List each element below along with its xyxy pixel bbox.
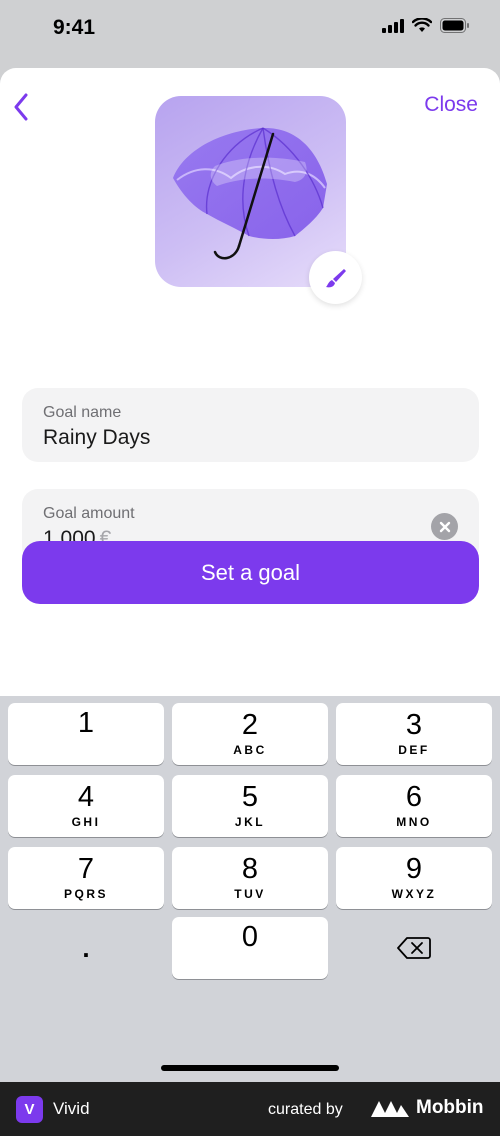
key-digit: 8	[241, 853, 259, 885]
delete-key[interactable]	[336, 917, 492, 979]
key-decimal[interactable]: .	[8, 917, 164, 979]
key-0[interactable]: 0	[172, 917, 328, 979]
close-button[interactable]: Close	[424, 93, 478, 117]
key-letters: TUV	[234, 887, 266, 901]
clear-amount-button[interactable]	[431, 513, 458, 540]
home-indicator	[161, 1065, 339, 1071]
mobbin-logo-icon	[371, 1101, 409, 1117]
key-letters: WXYZ	[391, 887, 437, 901]
curated-by-label: curated by	[268, 1101, 343, 1118]
chevron-left-icon	[14, 93, 28, 121]
backspace-icon	[397, 937, 431, 959]
key-5[interactable]: 5 JKL	[172, 775, 328, 837]
key-digit: 7	[77, 853, 95, 885]
key-letters: PQRS	[63, 887, 108, 901]
mobbin-label: Mobbin	[416, 1097, 484, 1118]
mobbin-brand: Mobbin	[370, 1097, 484, 1119]
key-letters: MNO	[396, 815, 432, 829]
key-letters: GHI	[71, 815, 101, 829]
key-letters: DEF	[398, 743, 430, 757]
decimal-symbol: .	[82, 932, 90, 963]
battery-icon	[440, 18, 469, 33]
edit-image-button[interactable]	[309, 251, 362, 304]
clear-circle-icon	[439, 521, 450, 532]
key-digit: 2	[241, 709, 259, 741]
status-icons	[382, 18, 470, 33]
key-1[interactable]: 1	[8, 703, 164, 765]
key-letters: JKL	[234, 815, 266, 829]
status-time: 9:41	[53, 16, 96, 39]
key-8[interactable]: 8 TUV	[172, 847, 328, 909]
key-2[interactable]: 2 ABC	[172, 703, 328, 765]
key-digit: 1	[77, 707, 95, 739]
wifi-icon	[412, 18, 432, 32]
set-goal-button[interactable]: Set a goal	[22, 541, 479, 604]
goal-name-value: Rainy Days	[43, 426, 151, 449]
attribution-footer: V Vivid curated by Mobbin	[0, 1082, 500, 1136]
goal-name-label: Goal name	[43, 404, 122, 421]
key-digit: 5	[241, 781, 259, 813]
key-digit: 9	[405, 853, 423, 885]
vivid-logo: V	[16, 1096, 43, 1123]
key-digit: 3	[405, 709, 423, 741]
key-digit: 0	[241, 921, 259, 953]
back-button[interactable]	[6, 90, 36, 124]
numeric-keypad: 1 2 ABC 3 DEF 4 GHI 5 JKL 6 MNO 7 PQRS 8…	[0, 696, 500, 1082]
app-name: Vivid	[53, 1099, 90, 1118]
goal-name-field[interactable]: Goal name Rainy Days	[22, 388, 479, 462]
key-3[interactable]: 3 DEF	[336, 703, 492, 765]
status-bar: 9:41	[0, 0, 500, 60]
key-6[interactable]: 6 MNO	[336, 775, 492, 837]
key-9[interactable]: 9 WXYZ	[336, 847, 492, 909]
key-digit: 4	[77, 781, 95, 813]
key-digit: 6	[405, 781, 423, 813]
goal-amount-label: Goal amount	[43, 505, 135, 522]
key-7[interactable]: 7 PQRS	[8, 847, 164, 909]
key-4[interactable]: 4 GHI	[8, 775, 164, 837]
key-letters: ABC	[233, 743, 267, 757]
cellular-signal-icon	[382, 18, 404, 33]
paintbrush-icon	[325, 268, 346, 287]
